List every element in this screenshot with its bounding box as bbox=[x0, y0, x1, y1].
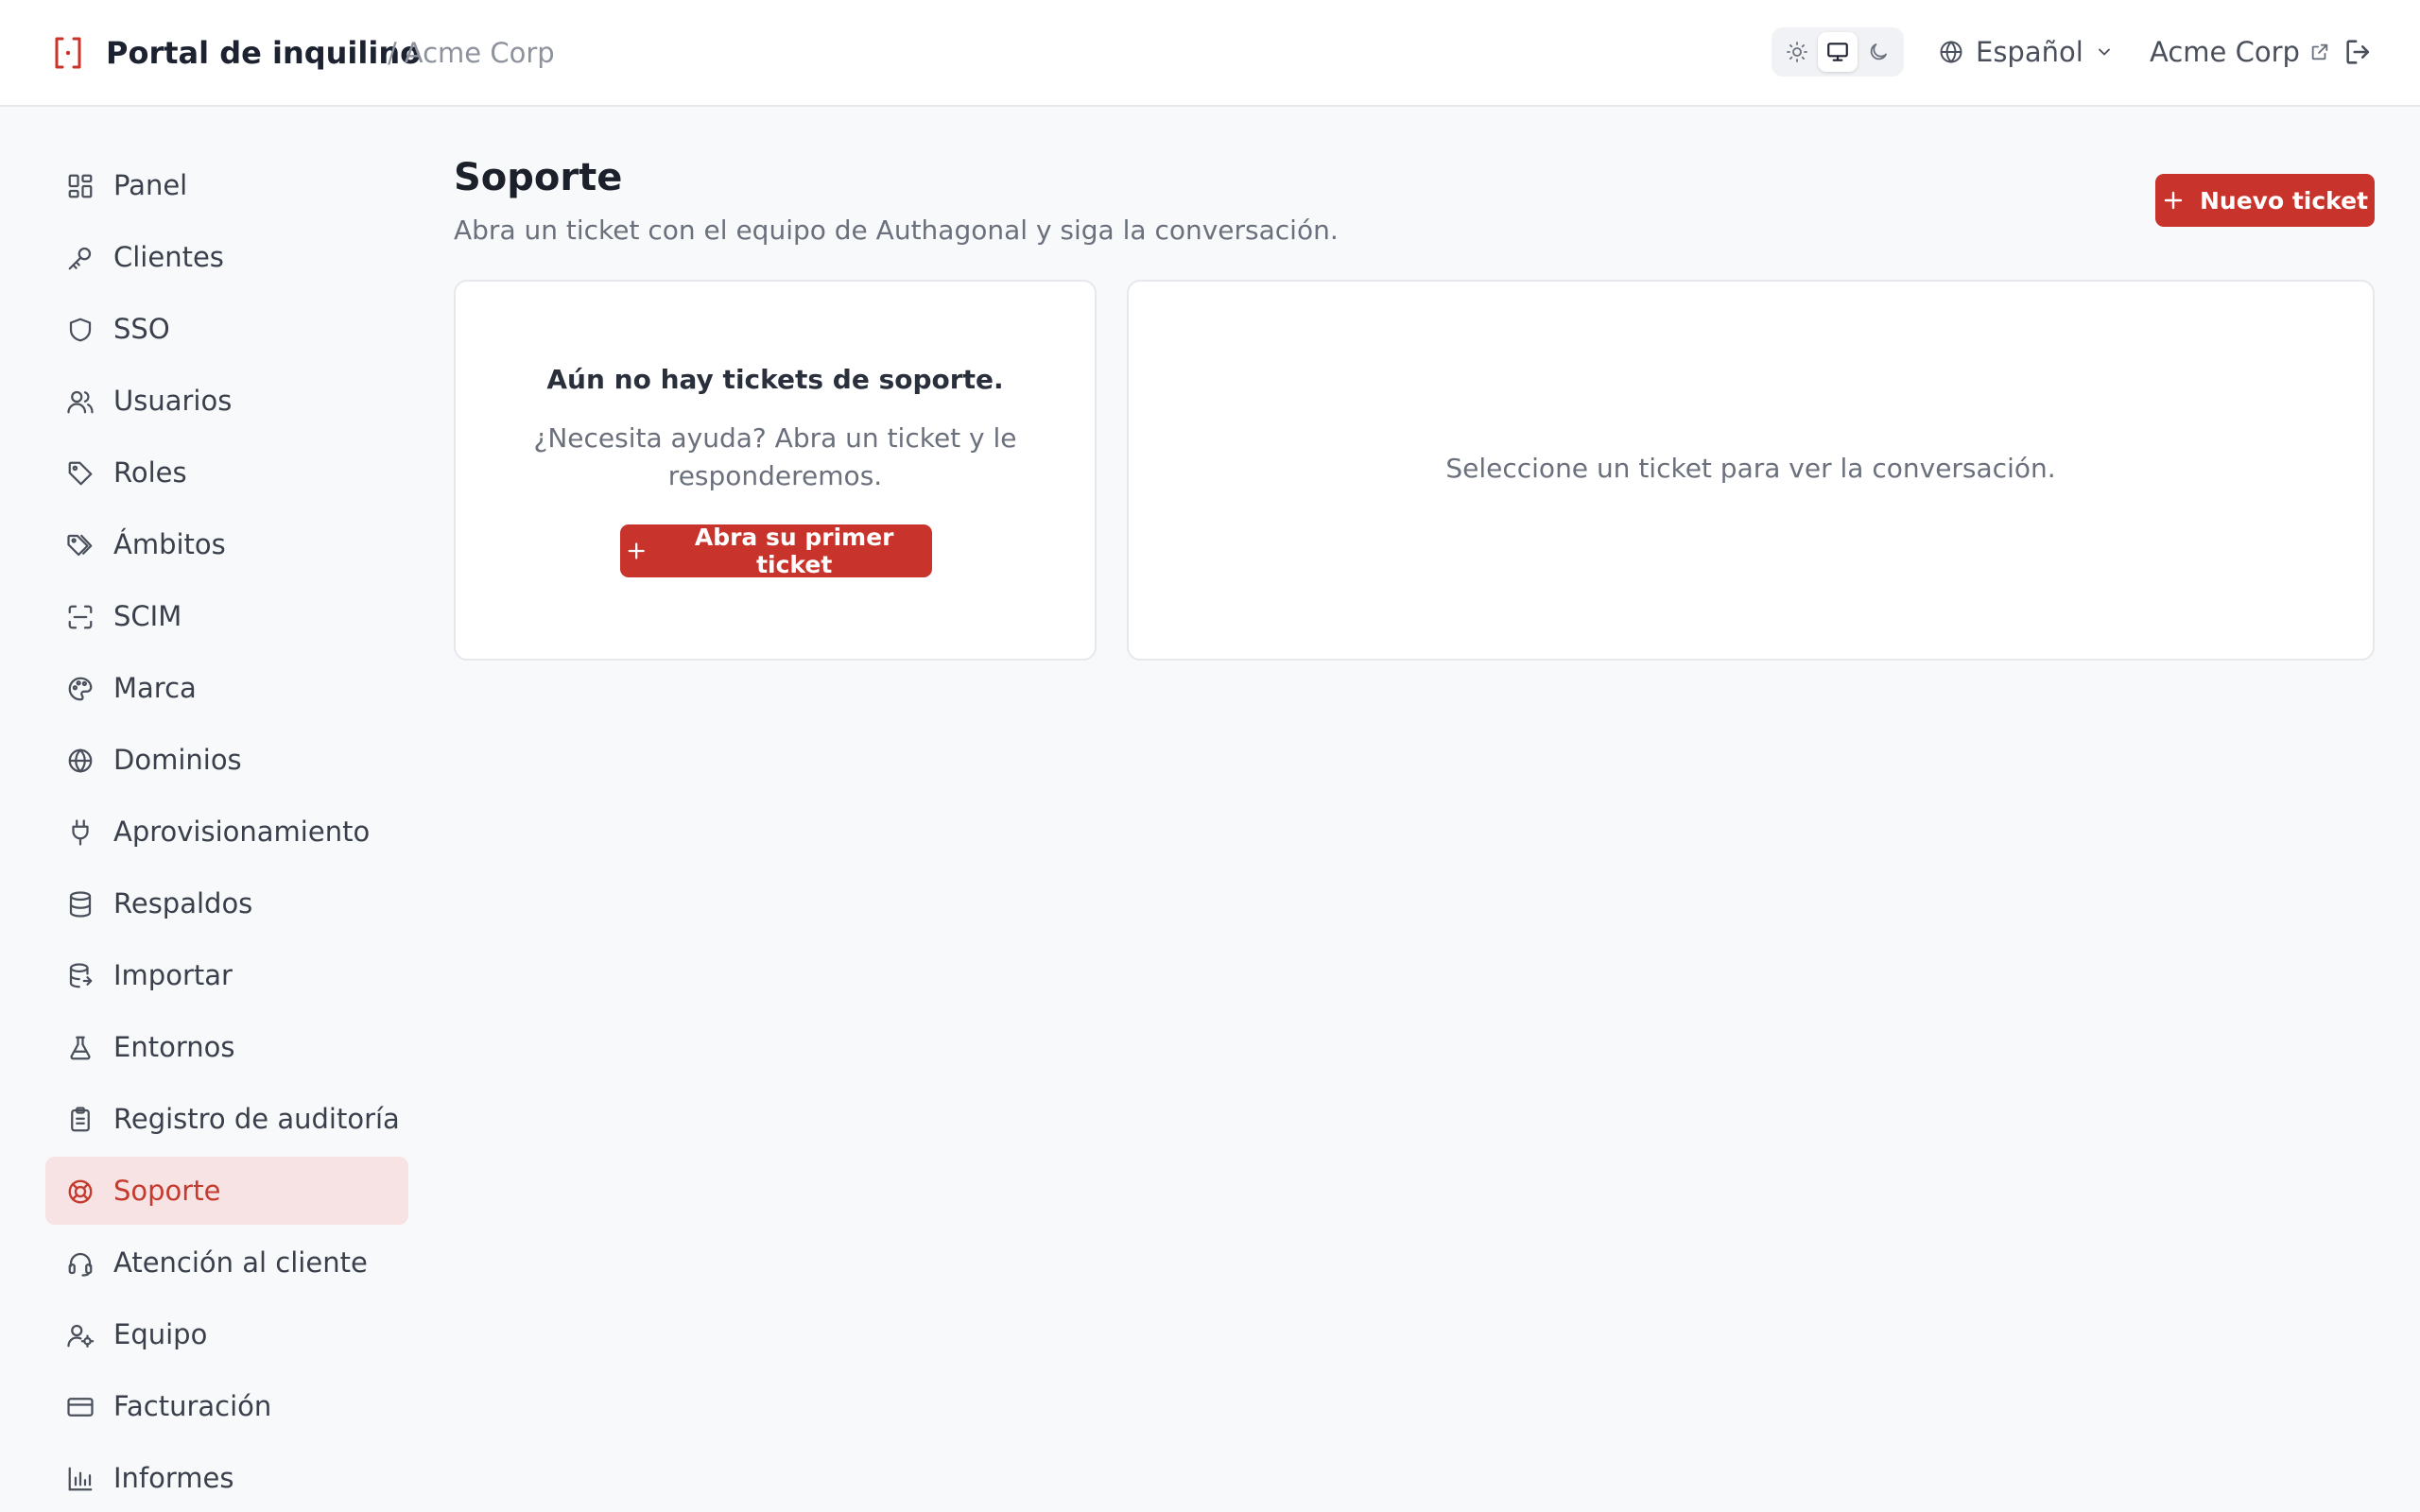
sidebar-item-label: SCIM bbox=[113, 600, 182, 632]
page-subtitle: Abra un ticket con el equipo de Authagon… bbox=[454, 215, 1339, 246]
sidebar-item-label: Respaldos bbox=[113, 887, 253, 919]
language-label: Español bbox=[1976, 36, 2083, 68]
theme-dark-button[interactable] bbox=[1858, 32, 1898, 72]
sidebar-item-label: Entornos bbox=[113, 1031, 235, 1063]
plug-icon bbox=[72, 819, 89, 846]
sidebar-item-marca[interactable]: Marca bbox=[45, 654, 408, 722]
sidebar-item-sso[interactable]: SSO bbox=[45, 295, 408, 363]
open-first-ticket-label: Abra su primer ticket bbox=[694, 524, 894, 578]
database-import-icon bbox=[69, 963, 93, 988]
ticket-list-panel: Aún no hay tickets de soporte. ¿Necesita… bbox=[454, 280, 1097, 661]
sidebar-item-label: Informes bbox=[113, 1462, 234, 1494]
logout-button[interactable] bbox=[2342, 36, 2375, 68]
sidebar-item-dominios[interactable]: Dominios bbox=[45, 726, 408, 794]
flask-icon bbox=[70, 1036, 91, 1060]
sidebar-item-usuarios[interactable]: Usuarios bbox=[45, 367, 408, 435]
sidebar-item-label: Registro de auditoría bbox=[113, 1103, 400, 1135]
sidebar-item-entornos[interactable]: Entornos bbox=[45, 1013, 408, 1081]
page-title: Soporte bbox=[454, 156, 623, 199]
conversation-panel: Seleccione un ticket para ver la convers… bbox=[1127, 280, 2375, 661]
brand-logo-icon bbox=[49, 34, 87, 72]
sidebar-item-atencion-cliente[interactable]: Atención al cliente bbox=[45, 1228, 408, 1297]
headset-icon bbox=[68, 1252, 93, 1277]
sidebar-item-respaldos[interactable]: Respaldos bbox=[45, 869, 408, 937]
sidebar-item-label: Usuarios bbox=[113, 385, 233, 417]
sidebar-item-facturacion[interactable]: Facturación bbox=[45, 1372, 408, 1440]
conversation-placeholder: Seleccione un ticket para ver la convers… bbox=[1445, 453, 2056, 484]
plus-icon bbox=[2164, 191, 2183, 210]
theme-toggle bbox=[1772, 27, 1904, 77]
database-icon bbox=[69, 891, 92, 918]
sun-icon bbox=[1787, 42, 1807, 62]
breadcrumb-separator: / bbox=[388, 37, 397, 69]
dashboard-icon bbox=[68, 174, 93, 198]
lifebuoy-icon bbox=[68, 1179, 93, 1204]
user-cog-icon bbox=[67, 1324, 95, 1348]
tags-icon bbox=[67, 534, 93, 557]
sidebar-item-label: Ámbitos bbox=[113, 528, 226, 560]
users-icon bbox=[67, 390, 94, 414]
sidebar-item-label: SSO bbox=[113, 313, 170, 345]
org-link-label: Acme Corp bbox=[2150, 36, 2300, 68]
open-first-ticket-button[interactable]: Abra su primer ticket bbox=[620, 524, 932, 578]
app-title: Portal de inquilino bbox=[106, 35, 422, 71]
sidebar-item-label: Soporte bbox=[113, 1175, 221, 1207]
sidebar-item-label: Atención al cliente bbox=[113, 1246, 368, 1279]
chevron-down-icon bbox=[2098, 48, 2110, 56]
key-icon bbox=[68, 247, 92, 270]
sidebar-item-label: Clientes bbox=[113, 241, 224, 273]
sidebar-item-label: Equipo bbox=[113, 1318, 208, 1350]
sidebar-item-label: Importar bbox=[113, 959, 233, 991]
moon-icon bbox=[1870, 43, 1887, 60]
theme-light-button[interactable] bbox=[1777, 32, 1817, 72]
scan-icon bbox=[68, 605, 93, 629]
logout-icon bbox=[2346, 40, 2370, 64]
shield-icon bbox=[69, 318, 92, 342]
sidebar-item-roles[interactable]: Roles bbox=[45, 438, 408, 507]
globe-icon bbox=[68, 748, 93, 773]
sidebar-item-clientes[interactable]: Clientes bbox=[45, 223, 408, 291]
language-selector[interactable]: Español bbox=[1938, 30, 2114, 74]
org-external-link[interactable]: Acme Corp bbox=[2150, 30, 2330, 74]
sidebar-item-ambitos[interactable]: Ámbitos bbox=[45, 510, 408, 578]
breadcrumb-tenant: Acme Corp bbox=[404, 37, 555, 69]
tag-icon bbox=[68, 461, 93, 486]
sidebar-item-label: Roles bbox=[113, 456, 187, 489]
empty-state-body: ¿Necesita ayuda? Abra un ticket y le res… bbox=[533, 422, 1017, 491]
credit-card-icon bbox=[67, 1398, 94, 1417]
sidebar-item-informes[interactable]: Informes bbox=[45, 1444, 408, 1512]
sidebar-item-registro-auditoria[interactable]: Registro de auditoría bbox=[45, 1085, 408, 1153]
sidebar-item-label: Dominios bbox=[113, 744, 242, 776]
sidebar-item-equipo[interactable]: Equipo bbox=[45, 1300, 408, 1368]
sidebar-item-label: Panel bbox=[113, 169, 188, 201]
theme-system-button[interactable] bbox=[1818, 32, 1858, 72]
clipboard-icon bbox=[71, 1107, 90, 1132]
top-header: Portal de inquilino /Acme Corp Español bbox=[0, 0, 2420, 107]
new-ticket-label: Nuevo ticket bbox=[2199, 186, 2369, 215]
monitor-icon bbox=[1827, 43, 1848, 61]
bar-chart-icon bbox=[68, 1467, 93, 1491]
sidebar-item-aprovisionamiento[interactable]: Aprovisionamiento bbox=[45, 798, 408, 866]
sidebar-item-panel[interactable]: Panel bbox=[45, 151, 408, 219]
breadcrumb: / Acme Corp bbox=[388, 32, 555, 74]
sidebar-item-scim[interactable]: SCIM bbox=[45, 582, 408, 650]
globe-icon bbox=[1940, 41, 1962, 63]
sidebar-item-importar[interactable]: Importar bbox=[45, 941, 408, 1009]
sidebar-item-label: Marca bbox=[113, 672, 197, 704]
plus-icon bbox=[628, 542, 645, 559]
empty-state-title: Aún no hay tickets de soporte. bbox=[546, 364, 1004, 395]
sidebar-item-label: Facturación bbox=[113, 1390, 272, 1422]
sidebar-item-label: Aprovisionamiento bbox=[113, 816, 371, 848]
new-ticket-button[interactable]: Nuevo ticket bbox=[2155, 174, 2375, 227]
sidebar-item-soporte[interactable]: Soporte bbox=[45, 1157, 408, 1225]
palette-icon bbox=[68, 677, 93, 701]
external-link-icon bbox=[2311, 43, 2328, 60]
